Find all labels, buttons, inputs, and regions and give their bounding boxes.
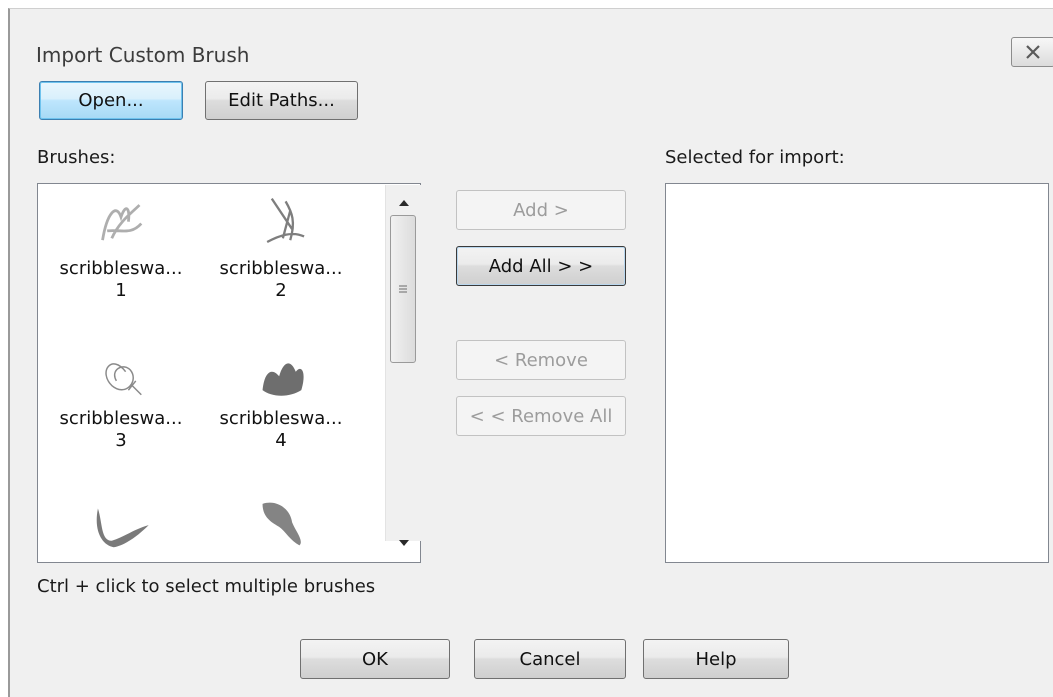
remove-all-button[interactable]: < < Remove All <box>456 396 626 436</box>
brush-item[interactable]: scribbleswa... 1 <box>46 194 196 302</box>
open-button[interactable]: Open... <box>39 81 183 120</box>
brush-number: 4 <box>275 430 287 451</box>
brush-item[interactable]: scribbleswa... 3 <box>46 344 196 452</box>
selected-for-import-list[interactable] <box>665 183 1049 563</box>
add-button[interactable]: Add > <box>456 190 626 230</box>
ok-button[interactable]: OK <box>300 639 450 679</box>
brush-name: scribbleswa... <box>59 408 183 429</box>
cancel-button[interactable]: Cancel <box>474 639 626 679</box>
brush-number: 3 <box>115 430 127 451</box>
scrollbar-thumb[interactable] <box>390 215 416 363</box>
brush-number: 2 <box>275 280 287 301</box>
scribble-brush-icon <box>262 363 304 396</box>
brushes-label: Brushes: <box>37 147 116 168</box>
brush-item[interactable] <box>206 490 356 554</box>
grip-icon <box>399 285 407 293</box>
close-button[interactable] <box>1011 37 1053 67</box>
brush-item[interactable] <box>46 490 196 554</box>
dialog-title: Import Custom Brush <box>36 43 250 67</box>
brush-item[interactable]: scribbleswa... 4 <box>206 344 356 452</box>
chevron-down-icon <box>399 540 409 546</box>
brush-name: scribbleswa... <box>59 258 183 279</box>
scroll-down-button[interactable] <box>386 529 422 557</box>
brushes-scrollbar[interactable] <box>385 185 422 546</box>
multi-select-hint: Ctrl + click to select multiple brushes <box>37 576 376 597</box>
brush-number: 1 <box>115 280 127 301</box>
scribble-brush-icon <box>266 197 305 244</box>
brush-item[interactable]: scribbleswa... 2 <box>206 194 356 302</box>
scribble-brush-icon <box>96 508 149 548</box>
help-button[interactable]: Help <box>643 639 789 679</box>
chevron-up-icon <box>399 200 409 206</box>
edit-paths-button[interactable]: Edit Paths... <box>205 81 358 120</box>
scribble-brush-icon <box>101 204 143 241</box>
brushes-list[interactable]: scribbleswa... 1 scribbleswa... 2 scribblesw… <box>37 183 422 563</box>
scroll-up-button[interactable] <box>386 189 422 217</box>
scribble-brush-icon <box>105 363 142 396</box>
add-all-button[interactable]: Add All > > <box>456 246 626 286</box>
scribble-brush-icon <box>262 502 301 546</box>
selected-for-import-label: Selected for import: <box>665 147 845 168</box>
brush-name: scribbleswa... <box>219 408 343 429</box>
remove-button[interactable]: < Remove <box>456 340 626 380</box>
brush-name: scribbleswa... <box>219 258 343 279</box>
close-icon <box>1026 45 1040 59</box>
